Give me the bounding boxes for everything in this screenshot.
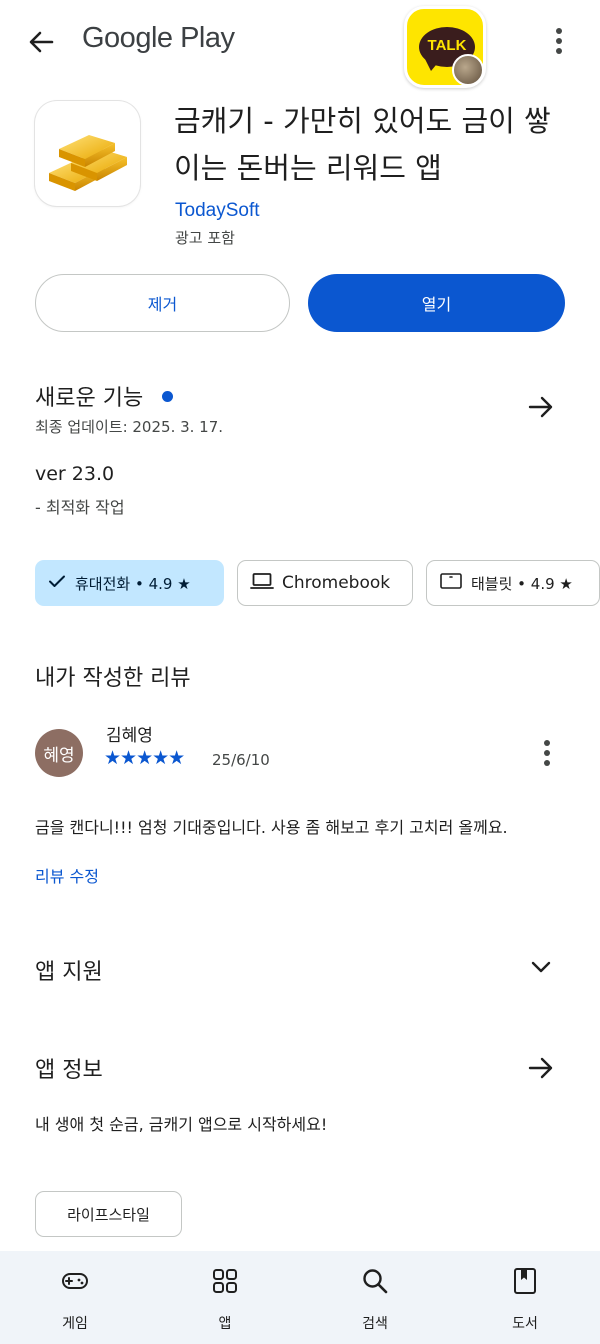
my-review-title: 내가 작성한 리뷰 <box>35 666 191 691</box>
talk-label: TALK <box>427 37 467 54</box>
review-text: 금을 캔다니!!! 엄청 기대중입니다. 사용 좀 해보고 후기 고치러 올께요… <box>35 818 508 837</box>
chip-label: 태블릿 • 4.9 ★ <box>471 574 573 593</box>
device-chip-chromebook[interactable]: Chromebook <box>237 560 413 606</box>
whats-new-title[interactable]: 새로운 기능 <box>35 380 143 412</box>
google-play-logo: Google Play <box>82 22 235 54</box>
arrow-right-icon[interactable] <box>524 390 558 424</box>
version-text: ver 23.0 <box>35 463 115 485</box>
contains-ads-label: 광고 포함 <box>175 229 235 247</box>
edit-review-link[interactable]: 리뷰 수정 <box>35 863 99 887</box>
reviewer-name: 김혜영 <box>106 726 153 746</box>
gold-bars-icon <box>49 135 127 191</box>
nav-label: 검색 <box>362 1316 388 1332</box>
bottom-navigation: 게임 앱 검색 도서 <box>0 1251 600 1344</box>
developer-link[interactable]: TodaySoft <box>175 200 260 222</box>
back-arrow-icon[interactable] <box>22 22 62 62</box>
arrow-right-icon[interactable] <box>524 1051 558 1085</box>
review-date: 25/6/10 <box>212 751 270 769</box>
reviewer-avatar: 혜영 <box>35 729 83 777</box>
chevron-down-icon[interactable] <box>526 952 556 982</box>
review-more-options-icon[interactable] <box>530 736 564 770</box>
nav-label: 도서 <box>512 1316 538 1332</box>
gamepad-icon <box>61 1267 89 1295</box>
app-title: 금캐기 - 가만히 있어도 금이 쌓이는 돈버는 리워드 앱 <box>174 104 551 185</box>
nav-label: 게임 <box>62 1316 88 1332</box>
device-chip-phone[interactable]: 휴대전화 • 4.9 ★ <box>35 560 224 606</box>
bookmark-book-icon <box>511 1267 539 1295</box>
nav-item-games[interactable]: 게임 <box>25 1251 125 1344</box>
app-icon <box>35 101 140 206</box>
chip-label: 휴대전화 • 4.9 ★ <box>75 574 191 593</box>
apps-grid-icon <box>211 1267 239 1295</box>
check-icon <box>47 571 67 595</box>
uninstall-button[interactable]: 제거 <box>35 274 290 332</box>
laptop-icon <box>250 571 274 596</box>
chip-label: Chromebook <box>282 573 391 593</box>
nav-item-apps[interactable]: 앱 <box>175 1251 275 1344</box>
last-updated: 최종 업데이트: 2025. 3. 17. <box>35 418 224 436</box>
profile-avatar <box>452 54 484 86</box>
tablet-icon <box>439 571 463 595</box>
app-info-title[interactable]: 앱 정보 <box>35 1052 103 1084</box>
release-note: - 최적화 작업 <box>35 498 125 517</box>
device-chip-tablet[interactable]: 태블릿 • 4.9 ★ <box>426 560 600 606</box>
more-options-icon[interactable] <box>542 24 576 58</box>
nav-label: 앱 <box>218 1316 232 1332</box>
open-button[interactable]: 열기 <box>308 274 565 332</box>
star-rating: ★★★★★ <box>104 747 185 769</box>
category-chip[interactable]: 라이프스타일 <box>35 1191 182 1237</box>
nav-item-books[interactable]: 도서 <box>475 1251 575 1344</box>
search-icon <box>361 1267 389 1295</box>
app-support-title[interactable]: 앱 지원 <box>35 954 103 986</box>
nav-item-search[interactable]: 검색 <box>325 1251 425 1344</box>
new-indicator-dot <box>162 391 173 402</box>
app-description: 내 생애 첫 순금, 금캐기 앱으로 시작하세요! <box>35 1115 328 1134</box>
